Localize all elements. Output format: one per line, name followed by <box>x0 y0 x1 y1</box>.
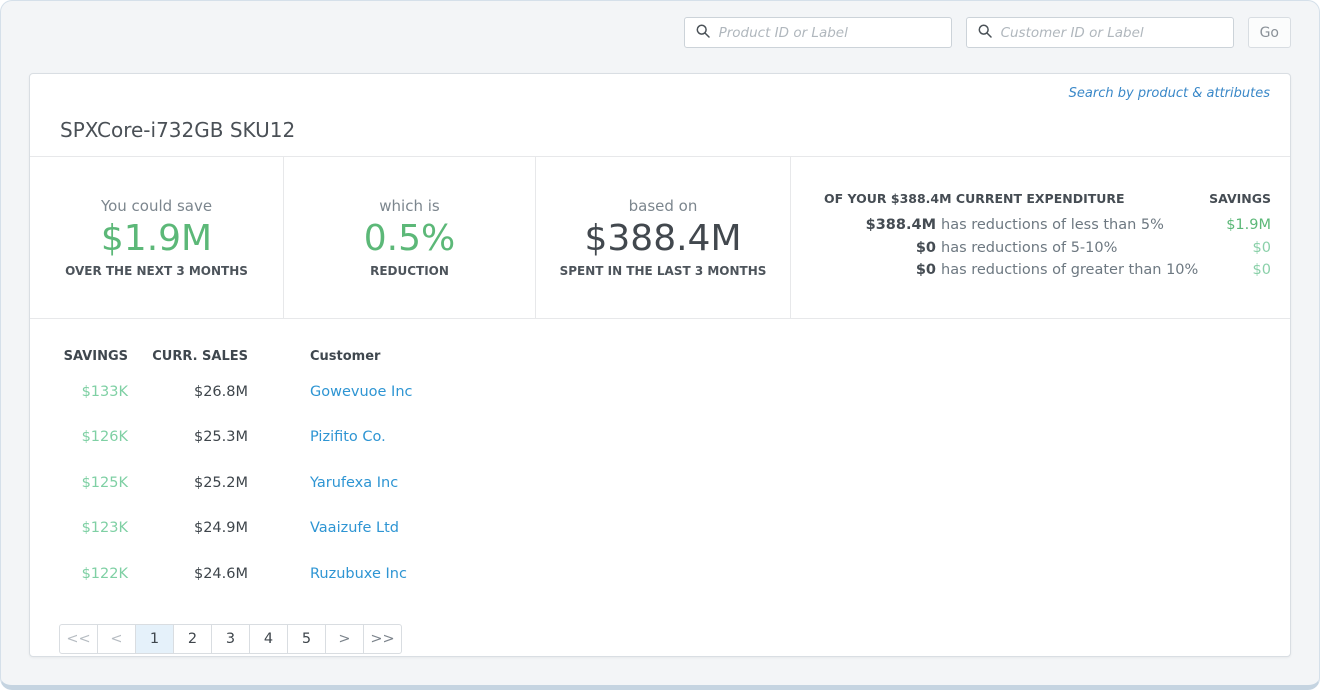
search-icon <box>978 23 992 42</box>
app-window: Go Search by product & attributes SPXCor… <box>0 0 1320 690</box>
search-by-attributes-link[interactable]: Search by product & attributes <box>1069 86 1270 101</box>
breakdown-savings: $0 <box>1253 237 1271 260</box>
customer-search-input[interactable] <box>1001 25 1222 41</box>
product-search-box[interactable] <box>684 17 952 48</box>
stat-prefix: You could save <box>101 197 212 215</box>
pagination: << < 1 2 3 4 5 > >> <box>59 624 402 654</box>
stat-savings-value: $1.9M <box>101 218 212 259</box>
product-title: SPXCore-i732GB SKU12 <box>60 118 295 142</box>
pagination-page-5[interactable]: 5 <box>287 624 326 654</box>
stat-suffix: REDUCTION <box>370 264 449 278</box>
customer-link[interactable]: Vaaizufe Ltd <box>310 520 399 536</box>
stat-reduction: which is 0.5% REDUCTION <box>284 157 536 318</box>
stat-prefix: which is <box>379 197 439 215</box>
cell-savings: $125K <box>30 475 128 491</box>
breakdown-row: $388.4M has reductions of less than 5% $… <box>824 214 1271 237</box>
cell-savings: $122K <box>30 566 128 582</box>
product-savings-card: Search by product & attributes SPXCore-i… <box>29 73 1291 657</box>
customer-search-box[interactable] <box>966 17 1234 48</box>
cell-curr-sales: $25.3M <box>128 429 248 445</box>
cell-curr-sales: $25.2M <box>128 475 248 491</box>
pagination-page-4[interactable]: 4 <box>249 624 288 654</box>
pagination-last-button[interactable]: >> <box>363 624 402 654</box>
card-header: Search by product & attributes SPXCore-i… <box>30 74 1290 157</box>
breakdown-amount: $388.4M <box>824 214 936 237</box>
stat-spend: based on $388.4M SPENT IN THE LAST 3 MON… <box>536 157 791 318</box>
cell-savings: $123K <box>30 520 128 536</box>
stat-reduction-value: 0.5% <box>364 218 455 259</box>
customer-link[interactable]: Yarufexa Inc <box>310 475 398 491</box>
breakdown-row: $0 has reductions of greater than 10% $0 <box>824 259 1271 282</box>
header-curr-sales: CURR. SALES <box>128 349 248 364</box>
customer-table: SAVINGS CURR. SALES Customer $133K $26.8… <box>30 343 1290 597</box>
cell-savings: $133K <box>30 384 128 400</box>
breakdown-description: has reductions of less than 5% <box>941 214 1226 237</box>
breakdown-description: has reductions of greater than 10% <box>941 259 1253 282</box>
breakdown-header-left: OF YOUR $388.4M CURRENT EXPENDITURE <box>824 191 1125 206</box>
breakdown-amount: $0 <box>824 259 936 282</box>
product-search-input[interactable] <box>719 25 940 41</box>
breakdown-header-right: SAVINGS <box>1209 191 1271 206</box>
stats-row: You could save $1.9M OVER THE NEXT 3 MON… <box>30 157 1290 319</box>
pagination-next-button[interactable]: > <box>325 624 364 654</box>
header-savings: SAVINGS <box>30 349 128 364</box>
stat-suffix: SPENT IN THE LAST 3 MONTHS <box>560 264 767 278</box>
cell-savings: $126K <box>30 429 128 445</box>
breakdown-header: OF YOUR $388.4M CURRENT EXPENDITURE SAVI… <box>824 191 1271 206</box>
breakdown-savings: $1.9M <box>1226 214 1271 237</box>
pagination-page-1[interactable]: 1 <box>135 624 174 654</box>
customer-link[interactable]: Ruzubuxe Inc <box>310 566 407 582</box>
search-icon <box>696 23 710 42</box>
table-row: $125K $25.2M Yarufexa Inc <box>30 460 1290 506</box>
table-row: $133K $26.8M Gowevuoe Inc <box>30 369 1290 415</box>
breakdown-amount: $0 <box>824 237 936 260</box>
stat-prefix: based on <box>629 197 698 215</box>
stat-savings: You could save $1.9M OVER THE NEXT 3 MON… <box>30 157 284 318</box>
table-row: $126K $25.3M Pizifito Co. <box>30 415 1290 461</box>
customer-link[interactable]: Gowevuoe Inc <box>310 384 413 400</box>
stat-suffix: OVER THE NEXT 3 MONTHS <box>65 264 248 278</box>
cell-curr-sales: $24.6M <box>128 566 248 582</box>
table-row: $122K $24.6M Ruzubuxe Inc <box>30 551 1290 597</box>
breakdown-savings: $0 <box>1253 259 1271 282</box>
cell-curr-sales: $26.8M <box>128 384 248 400</box>
expenditure-breakdown: OF YOUR $388.4M CURRENT EXPENDITURE SAVI… <box>791 157 1290 318</box>
top-search-bar: Go <box>684 17 1291 48</box>
header-customer: Customer <box>248 349 1290 364</box>
breakdown-description: has reductions of 5-10% <box>941 237 1253 260</box>
go-button[interactable]: Go <box>1248 17 1291 48</box>
pagination-prev-button[interactable]: < <box>97 624 136 654</box>
table-row: $123K $24.9M Vaaizufe Ltd <box>30 506 1290 552</box>
breakdown-row: $0 has reductions of 5-10% $0 <box>824 237 1271 260</box>
customer-link[interactable]: Pizifito Co. <box>310 429 386 445</box>
cell-curr-sales: $24.9M <box>128 520 248 536</box>
pagination-page-2[interactable]: 2 <box>173 624 212 654</box>
stat-spend-value: $388.4M <box>584 218 741 259</box>
pagination-page-3[interactable]: 3 <box>211 624 250 654</box>
table-header-row: SAVINGS CURR. SALES Customer <box>30 343 1290 369</box>
pagination-first-button[interactable]: << <box>59 624 98 654</box>
